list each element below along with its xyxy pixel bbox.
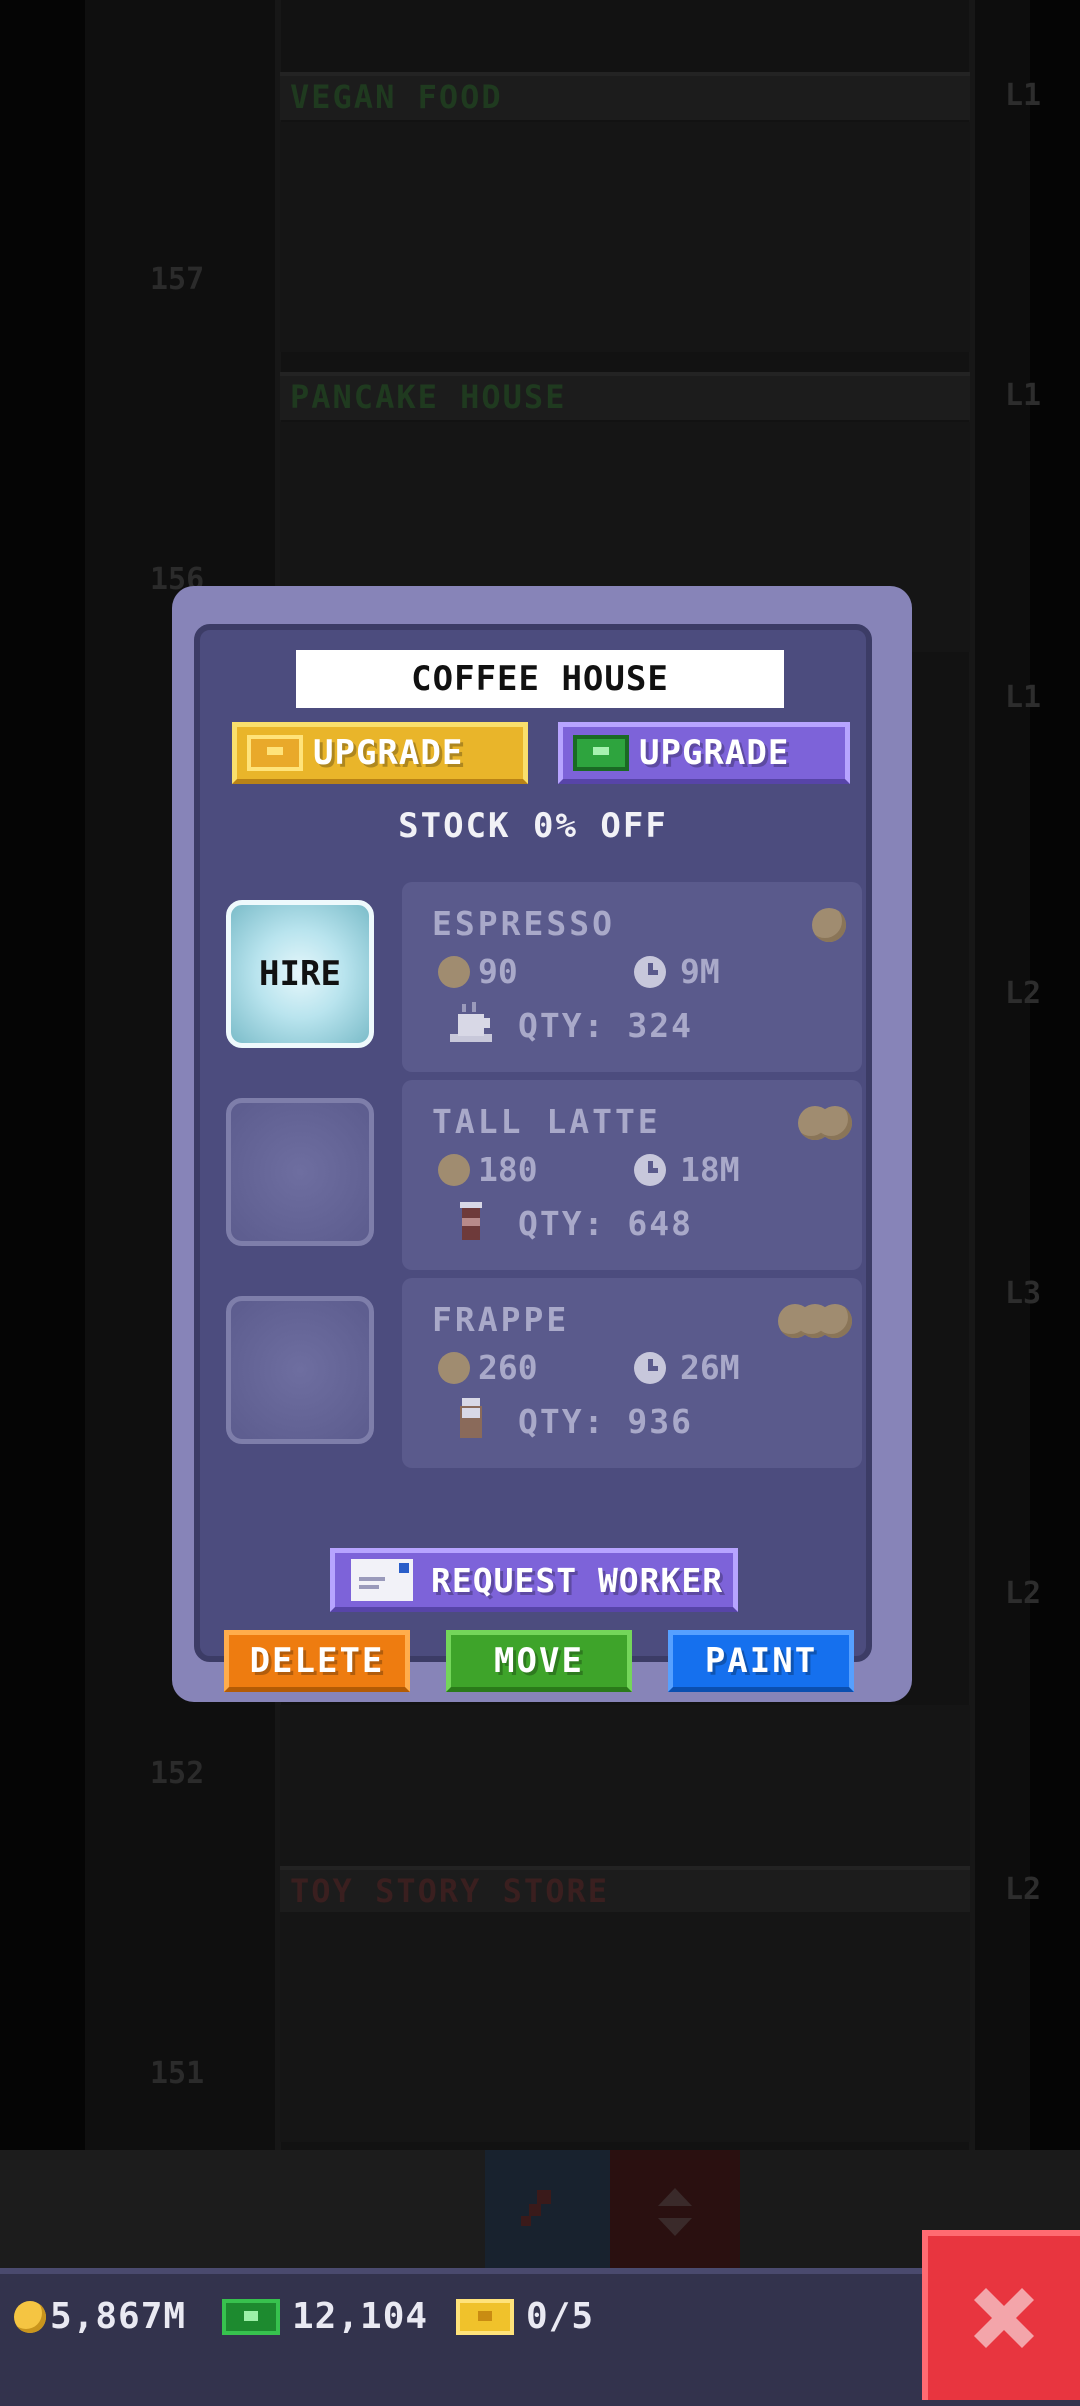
floor-level: L1 [1005, 78, 1042, 113]
product-cost: 180 [438, 1150, 538, 1189]
request-worker-button[interactable]: REQUEST WORKER [330, 1548, 738, 1612]
tower-bux-icon [222, 2298, 280, 2335]
product-time-value: 18M [680, 1150, 740, 1189]
product-cost: 260 [438, 1348, 538, 1387]
product-quantity: QTY: 936 [518, 1402, 693, 1441]
toolbar-build-button[interactable] [485, 2150, 610, 2268]
empty-worker-slot[interactable] [226, 1296, 374, 1444]
product-row-espresso[interactable]: ESPRESSO 90 9M QTY: 324 [402, 882, 862, 1072]
tower-wall [969, 0, 1030, 2150]
product-cost-value: 180 [478, 1150, 538, 1189]
upgrade-with-coins-button[interactable]: UPGRADE [232, 722, 528, 784]
floor-name: TOY STORY STORE [290, 1872, 609, 1910]
product-time-value: 26M [680, 1348, 740, 1387]
upgrade-bux-label: UPGRADE [639, 733, 790, 773]
store-details-dialog: UPGRADE UPGRADE STOCK 0% OFF HIRE ESPRES… [172, 586, 912, 1702]
floor-number: 151 [150, 2056, 205, 2091]
envelope-icon [351, 1559, 413, 1601]
bottom-toolbar [0, 2150, 1080, 2268]
up-down-arrow-icon [658, 2188, 692, 2236]
tier-coins-icon [812, 908, 846, 942]
product-name: FRAPPE [432, 1300, 570, 1339]
coin-icon [438, 1153, 470, 1186]
floor-room [280, 1912, 970, 2142]
move-label: MOVE [494, 1641, 584, 1681]
clock-icon [634, 955, 666, 988]
coin-icon [14, 2300, 46, 2333]
coin-icon [438, 955, 470, 988]
upgrade-with-bux-button[interactable]: UPGRADE [558, 722, 850, 784]
tower-bux-icon [573, 735, 629, 771]
product-quantity: QTY: 324 [518, 1006, 693, 1045]
upgrade-coins-label: UPGRADE [313, 733, 464, 773]
product-cost: 90 [438, 952, 518, 991]
pencil-icon [521, 2190, 551, 2226]
product-row-tall-latte[interactable]: TALL LATTE 180 18M QTY: 648 [402, 1080, 862, 1270]
product-cost-value: 260 [478, 1348, 538, 1387]
product-time-value: 9M [680, 952, 720, 991]
hire-worker-slot[interactable]: HIRE [226, 900, 374, 1048]
paint-label: PAINT [704, 1641, 818, 1681]
tier-coins-icon [798, 1106, 852, 1140]
currency-status-bar: 5,867M 12,104 0/5 [0, 2268, 1080, 2406]
tickets-value: 0/5 [526, 2296, 595, 2337]
product-time: 9M [634, 952, 720, 991]
bux-counter: 12,104 [222, 2296, 428, 2337]
golden-ticket-icon [456, 2298, 514, 2335]
floor-number: 157 [150, 262, 205, 297]
clock-icon [634, 1153, 666, 1186]
coins-counter: 5,867M [14, 2296, 186, 2337]
product-cost-value: 90 [478, 952, 518, 991]
golden-ticket-icon [247, 735, 303, 771]
move-button[interactable]: MOVE [446, 1630, 632, 1692]
paint-button[interactable]: PAINT [668, 1630, 854, 1692]
close-icon [974, 2288, 1034, 2348]
product-time: 26M [634, 1348, 740, 1387]
floor-name: VEGAN FOOD [290, 78, 503, 116]
floor-name: PANCAKE HOUSE [290, 378, 567, 416]
product-name: TALL LATTE [432, 1102, 661, 1141]
tier-coins-icon [778, 1304, 852, 1338]
floor-level: L2 [1005, 1576, 1042, 1611]
empty-worker-slot[interactable] [226, 1098, 374, 1246]
dialog-panel: UPGRADE UPGRADE STOCK 0% OFF HIRE ESPRES… [194, 624, 872, 1692]
floor-number: 152 [150, 1756, 205, 1791]
delete-button[interactable]: DELETE [224, 1630, 410, 1692]
product-name: ESPRESSO [432, 904, 615, 943]
tickets-counter: 0/5 [456, 2296, 594, 2337]
latte-cup-icon [460, 1202, 482, 1240]
request-worker-label: REQUEST WORKER [431, 1560, 724, 1600]
toolbar-lobby-button[interactable] [0, 2150, 485, 2268]
product-quantity: QTY: 648 [518, 1204, 693, 1243]
floor-level: L2 [1005, 976, 1042, 1011]
floor-room [280, 122, 970, 352]
hire-label: HIRE [259, 954, 341, 994]
coin-icon [438, 1351, 470, 1384]
bux-value: 12,104 [292, 2296, 429, 2337]
stock-discount-label: STOCK 0% OFF [398, 806, 668, 846]
close-button[interactable] [922, 2230, 1080, 2400]
store-name-input[interactable] [296, 650, 784, 708]
floor-level: L2 [1005, 1872, 1042, 1907]
floor-level: L1 [1005, 378, 1042, 413]
clock-icon [634, 1351, 666, 1384]
frappe-cup-icon [460, 1398, 482, 1438]
floor-level: L3 [1005, 1276, 1042, 1311]
toolbar-elevator-button[interactable] [610, 2150, 740, 2268]
product-row-frappe[interactable]: FRAPPE 260 26M QTY: 936 [402, 1278, 862, 1468]
product-time: 18M [634, 1150, 740, 1189]
delete-label: DELETE [249, 1641, 385, 1681]
coins-value: 5,867M [50, 2296, 187, 2337]
coffee-cup-icon [450, 1002, 492, 1042]
floor-level: L1 [1005, 680, 1042, 715]
